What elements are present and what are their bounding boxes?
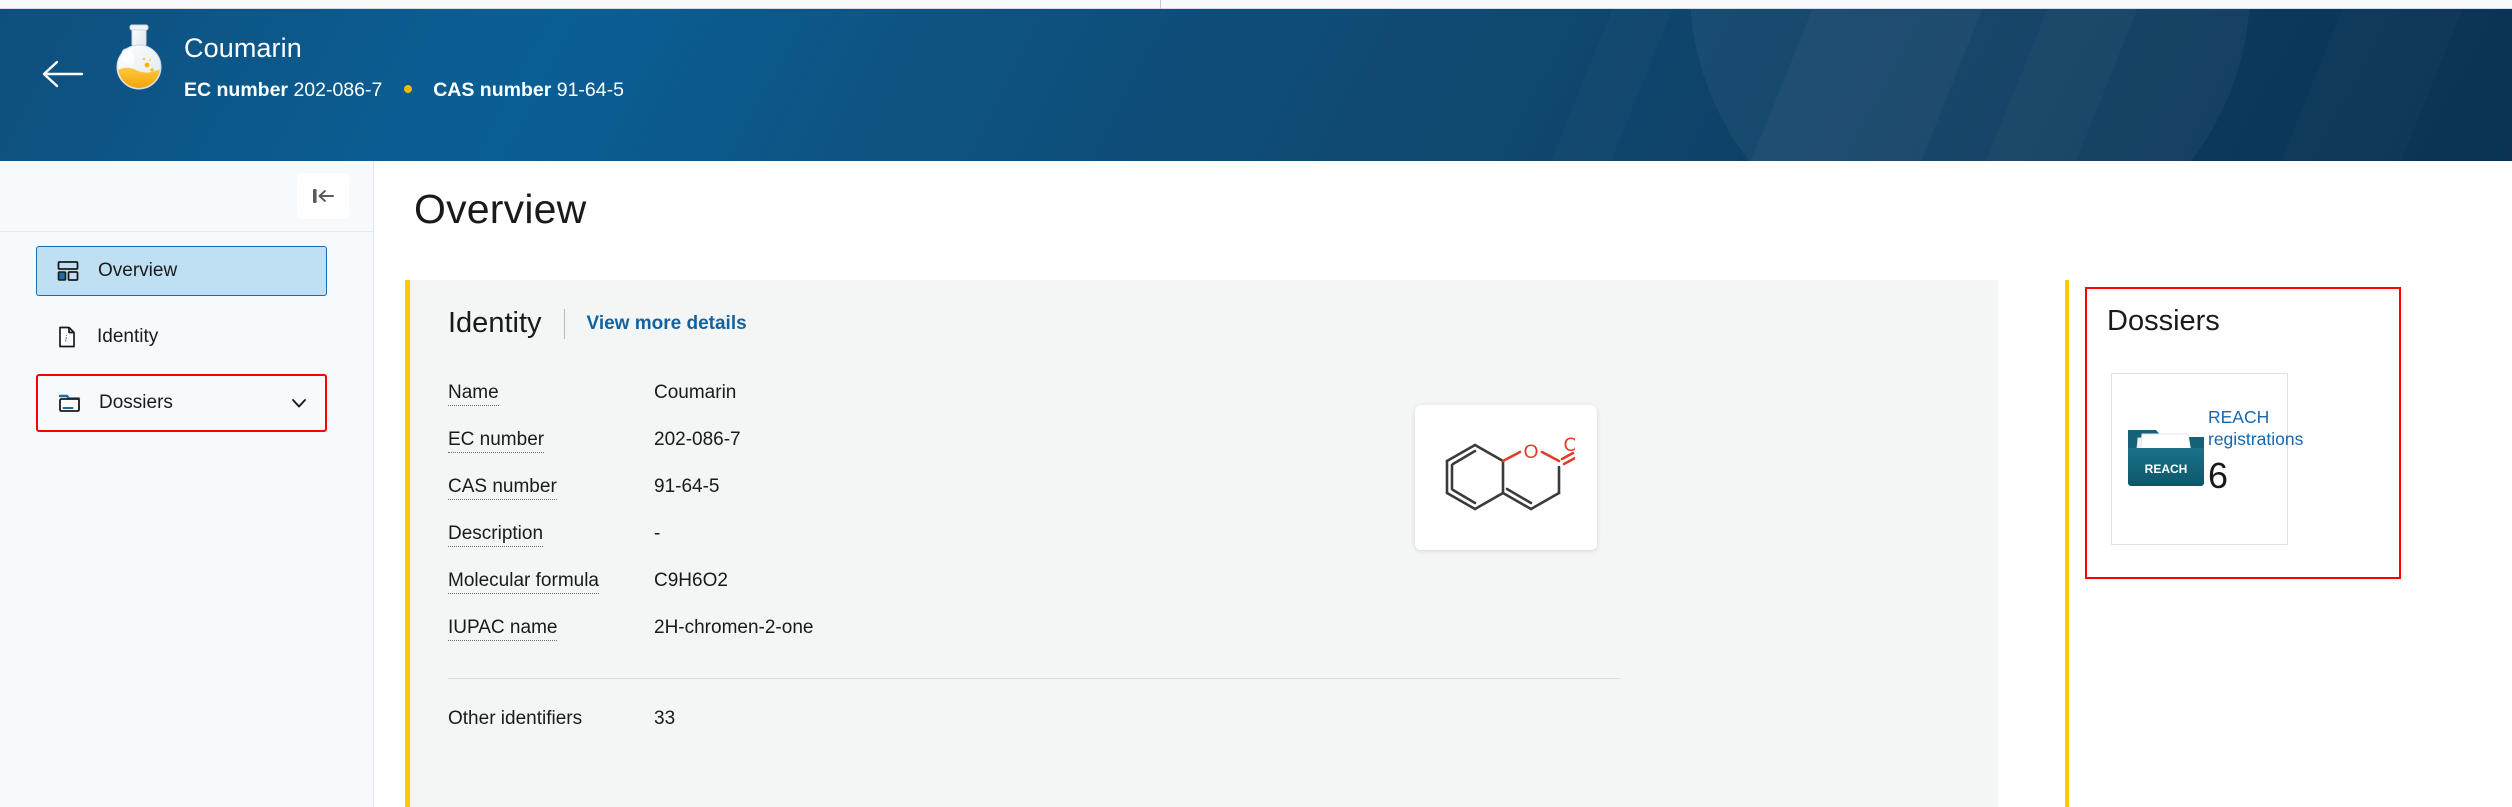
identity-field-list: Name Coumarin EC number 202-086-7 CAS nu…: [448, 382, 1448, 664]
identity-row: EC number 202-086-7: [448, 429, 1448, 476]
svg-text:O: O: [1564, 435, 1575, 456]
ec-number-label: EC number: [184, 79, 289, 101]
structure-image-box: O O: [1415, 405, 1597, 550]
identity-key-cell: Description: [448, 523, 654, 547]
substance-header: Coumarin EC number 202-086-7 CAS number …: [0, 9, 2512, 161]
dossiers-heading: Dossiers: [2107, 305, 2220, 337]
vertical-divider: [563, 308, 565, 339]
identity-key: EC number: [448, 429, 545, 453]
dossiers-panel: Dossiers REACH REACH registrations 6: [2065, 280, 2512, 807]
back-arrow-icon[interactable]: [40, 57, 84, 91]
other-identifiers-value: 33: [654, 708, 676, 729]
header-decor-streak: [2205, 9, 2495, 161]
sidebar-toolbar: [0, 161, 373, 232]
identity-key: IUPAC name: [448, 617, 558, 641]
identity-key: Molecular formula: [448, 570, 599, 594]
sidebar-item-identity[interactable]: i Identity: [36, 312, 327, 362]
identity-heading: Identity: [448, 307, 542, 339]
sidebar-item-label: Identity: [97, 326, 159, 347]
identity-row: Name Coumarin: [448, 382, 1448, 429]
left-sidebar: Overview i Identity Dossiers: [0, 161, 374, 807]
identity-value: -: [654, 523, 661, 544]
identity-value: C9H6O2: [654, 570, 728, 591]
reach-folder-icon: REACH: [2122, 422, 2210, 494]
sidebar-item-label: Overview: [98, 260, 178, 281]
chevron-down-icon[interactable]: [289, 393, 309, 413]
header-identifiers: EC number 202-086-7 CAS number 91-64-5: [184, 79, 624, 102]
collapse-panel-icon[interactable]: [297, 173, 349, 219]
header-text-block: Coumarin EC number 202-086-7 CAS number …: [184, 31, 624, 102]
document-info-icon: i: [54, 324, 80, 350]
identity-key: CAS number: [448, 476, 557, 500]
sidebar-nav: Overview i Identity Dossiers: [0, 232, 373, 432]
identity-row: CAS number 91-64-5: [448, 476, 1448, 523]
identity-key: Name: [448, 382, 499, 406]
svg-text:O: O: [1524, 442, 1539, 463]
identity-key-cell: Molecular formula: [448, 570, 654, 594]
sidebar-item-overview[interactable]: Overview: [36, 246, 327, 296]
identity-value: 202-086-7: [654, 429, 741, 450]
page-body: Overview i Identity Dossiers Overview Id…: [0, 161, 2512, 807]
ec-number-value: 202-086-7: [293, 79, 383, 101]
cas-number-label: CAS number: [433, 79, 552, 101]
dossiers-card: Dossiers REACH REACH registrations 6: [2085, 287, 2401, 579]
page-title-substance: Coumarin: [184, 33, 302, 63]
cas-number-value: 91-64-5: [556, 79, 624, 101]
coumarin-structure-icon: O O: [1437, 427, 1578, 528]
identity-key-cell: Name: [448, 382, 654, 406]
svg-text:REACH: REACH: [2145, 462, 2188, 476]
identity-key-cell: IUPAC name: [448, 617, 654, 641]
reach-registrations-tile[interactable]: REACH REACH registrations 6: [2111, 373, 2303, 545]
identity-row: IUPAC name 2H-chromen-2-one: [448, 617, 1448, 664]
identity-card-header: Identity View more details: [448, 307, 747, 340]
identity-row: Molecular formula C9H6O2: [448, 570, 1448, 617]
page-title: Overview: [414, 186, 587, 232]
identity-section-divider: [448, 678, 1620, 679]
reach-registrations-count: 6: [2208, 455, 2229, 496]
identity-key-cell: EC number: [448, 429, 654, 453]
sidebar-item-dossiers[interactable]: Dossiers: [36, 374, 327, 432]
browser-chrome-strip: [0, 0, 2512, 9]
identity-key: Description: [448, 523, 544, 547]
other-identifiers-key: Other identifiers: [448, 708, 583, 729]
dashboard-icon: [55, 258, 81, 284]
separator-dot-icon: [403, 85, 412, 94]
browser-tab-divider: [1160, 0, 1161, 9]
other-identifiers-row: Other identifiers 33: [448, 708, 675, 730]
flask-icon: [108, 23, 170, 91]
reach-label-line2: registrations: [2208, 429, 2304, 449]
folder-icon: [56, 390, 82, 416]
identity-value: 2H-chromen-2-one: [654, 617, 814, 638]
reach-tile-text: REACH registrations 6: [2208, 406, 2304, 496]
identity-value: Coumarin: [654, 382, 737, 403]
identity-value: 91-64-5: [654, 476, 720, 497]
identity-key-cell: CAS number: [448, 476, 654, 500]
header-decor-streak: [1475, 9, 1705, 161]
identity-card: Identity View more details Name Coumarin…: [405, 280, 1998, 807]
view-more-details-link[interactable]: View more details: [587, 313, 747, 335]
sidebar-item-label: Dossiers: [99, 392, 173, 413]
reach-label-line1: REACH: [2208, 407, 2270, 427]
main-content: Overview Identity View more details Name…: [374, 161, 2512, 807]
identity-row: Description -: [448, 523, 1448, 570]
